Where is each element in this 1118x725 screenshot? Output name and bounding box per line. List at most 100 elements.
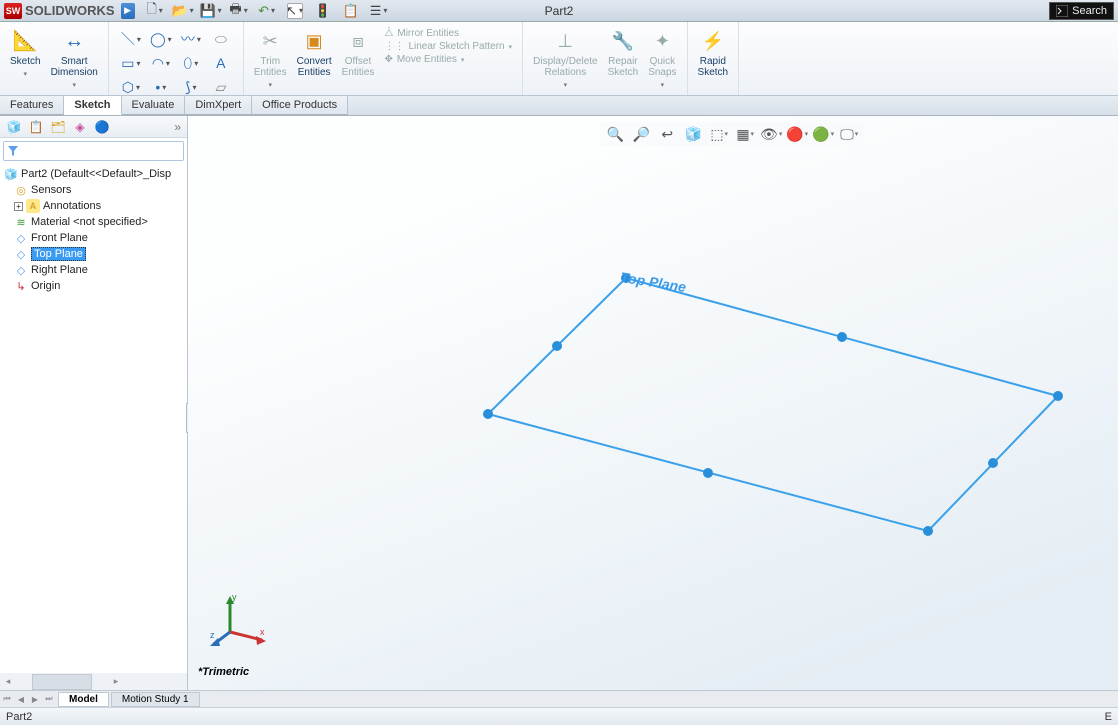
display-style-icon[interactable]: ▦ [736, 125, 754, 143]
app-logo-icon: SW [4, 3, 22, 19]
trim-entities-button[interactable]: ✂ Trim Entities [250, 26, 291, 93]
tab-motion-study[interactable]: Motion Study 1 [111, 692, 200, 707]
open-button[interactable]: 📂 [175, 3, 191, 19]
tree-annotations[interactable]: + A Annotations [0, 198, 187, 214]
section-view-icon[interactable]: 🧊 [684, 125, 702, 143]
property-manager-tab-icon[interactable]: 📋 [28, 119, 44, 135]
view-settings-icon[interactable]: 🖵 [840, 125, 858, 143]
circle-tool[interactable]: ◯ [147, 28, 175, 50]
orientation-triad: y x z [208, 590, 268, 650]
tab-office-products[interactable]: Office Products [252, 96, 348, 115]
plane-icon: ◇ [14, 247, 28, 261]
undo-button[interactable]: ↶ [259, 3, 275, 19]
svg-text:z: z [210, 630, 215, 640]
tree-root[interactable]: 🧊 Part2 (Default<<Default>_Disp [0, 166, 187, 182]
search-box[interactable]: Search [1049, 2, 1114, 20]
nav-last-icon[interactable]: ⏭ [42, 694, 56, 704]
tree-origin-label: Origin [31, 280, 60, 292]
previous-view-icon[interactable]: ↩ [658, 125, 676, 143]
tab-model[interactable]: Model [58, 692, 109, 707]
ribbon-group-sketch: 📐 Sketch ↔ Smart Dimension [0, 22, 109, 95]
tab-sketch[interactable]: Sketch [64, 96, 121, 115]
ribbon-group-rapid: ⚡ Rapid Sketch [688, 22, 740, 95]
save-button[interactable]: 💾 [203, 3, 219, 19]
print-button[interactable]: 🖶 [231, 3, 247, 19]
smart-dimension-button[interactable]: ↔ Smart Dimension [47, 26, 102, 93]
tab-dimxpert[interactable]: DimXpert [185, 96, 252, 115]
document-tabs: Features Sketch Evaluate DimXpert Office… [0, 96, 1118, 116]
feature-tree: 🧊 Part2 (Default<<Default>_Disp ◎ Sensor… [0, 164, 187, 673]
mirror-icon: ⧊ [384, 28, 393, 39]
expand-panel-icon[interactable]: » [174, 120, 181, 134]
convert-label: Convert Entities [297, 56, 332, 78]
dropdown-icon [268, 80, 272, 91]
tree-filter-input[interactable] [3, 141, 184, 161]
nav-prev-icon[interactable]: ◀ [14, 695, 28, 704]
tree-front-plane[interactable]: ◇ Front Plane [0, 230, 187, 246]
plane-tool[interactable]: ▱ [207, 76, 235, 98]
dimxpert-tab-icon[interactable]: ◈ [72, 119, 88, 135]
tree-top-plane[interactable]: ◇ Top Plane [0, 246, 187, 262]
rectangle-tool[interactable]: ▭ [117, 52, 145, 74]
smart-dimension-label: Smart Dimension [51, 56, 98, 78]
feature-manager-tab-icon[interactable]: 🧊 [6, 119, 22, 135]
rebuild-button[interactable]: 🚦 [315, 3, 331, 19]
tree-origin[interactable]: ↳ Origin [0, 278, 187, 294]
tree-sensors[interactable]: ◎ Sensors [0, 182, 187, 198]
tree-material[interactable]: ≋ Material <not specified> [0, 214, 187, 230]
zoom-area-icon[interactable]: 🔎 [632, 125, 650, 143]
new-button[interactable]: 🗋 [147, 3, 163, 19]
expand-icon[interactable]: + [14, 202, 23, 211]
convert-entities-button[interactable]: ▣ Convert Entities [293, 26, 336, 80]
offset-entities-button[interactable]: ⧈ Offset Entities [338, 26, 379, 80]
display-manager-tab-icon[interactable]: 🔵 [94, 119, 110, 135]
move-entities-button[interactable]: ✥Move Entities▾ [384, 54, 512, 65]
hide-show-icon[interactable]: 👁 [762, 125, 780, 143]
tree-front-label: Front Plane [31, 232, 88, 244]
line-tool[interactable]: ＼ [117, 28, 145, 50]
repair-sketch-button[interactable]: 🔧 Repair Sketch [604, 26, 643, 80]
select-button[interactable]: ↖ [287, 3, 303, 19]
sidebar-scrollbar[interactable] [0, 673, 187, 690]
move-icon: ✥ [384, 54, 392, 65]
polygon-tool[interactable]: ⬡ [117, 76, 145, 98]
scene-icon[interactable]: 🟢 [814, 125, 832, 143]
ribbon-group-modify: ✂ Trim Entities ▣ Convert Entities ⧈ Off… [244, 22, 523, 95]
ellipse-tool[interactable]: ⬯ [177, 52, 205, 74]
title-bar: SW SOLIDWORKS ▶ 🗋 📂 💾 🖶 ↶ ↖ 🚦 📋 ☰ Part2 … [0, 0, 1118, 22]
zoom-fit-icon[interactable]: 🔍 [606, 125, 624, 143]
tab-evaluate[interactable]: Evaluate [122, 96, 186, 115]
sketch-button[interactable]: 📐 Sketch [6, 26, 45, 82]
quick-snaps-button[interactable]: ✦ Quick Snaps [644, 26, 680, 93]
config-manager-tab-icon[interactable]: 🗂 [50, 119, 66, 135]
point-tool[interactable]: • [147, 76, 175, 98]
app-menu-button[interactable]: ▶ [121, 3, 135, 19]
nav-next-icon[interactable]: ▶ [28, 695, 42, 704]
display-delete-relations-button[interactable]: ⊥ Display/Delete Relations [529, 26, 601, 93]
main-area: 🧊 📋 🗂 ◈ 🔵 » 🧊 Part2 (Default<<Default>_D… [0, 116, 1118, 690]
slot-tool[interactable]: ⬭ [207, 28, 235, 50]
options-button[interactable]: ☰ [371, 3, 387, 19]
linear-pattern-button[interactable]: ⋮⋮Linear Sketch Pattern▾ [384, 41, 512, 52]
fillet-tool[interactable]: ⟆ [177, 76, 205, 98]
appearance-icon[interactable]: 🔴 [788, 125, 806, 143]
rapid-sketch-button[interactable]: ⚡ Rapid Sketch [694, 26, 733, 80]
sensors-icon: ◎ [14, 183, 28, 197]
view-orientation-icon[interactable]: ⬚ [710, 125, 728, 143]
dropdown-icon [24, 69, 28, 80]
mirror-entities-button[interactable]: ⧊Mirror Entities [384, 28, 512, 39]
move-label: Move Entities [397, 54, 457, 65]
spline-tool[interactable]: 〰 [177, 28, 205, 50]
clipboard-button[interactable]: 📋 [343, 3, 359, 19]
view-toolbar: 🔍 🔎 ↩ 🧊 ⬚ ▦ 👁 🔴 🟢 🖵 [600, 122, 864, 146]
graphics-viewport[interactable]: 🔍 🔎 ↩ 🧊 ⬚ ▦ 👁 🔴 🟢 🖵 Top Plane [188, 116, 1118, 690]
quick-snaps-label: Quick Snaps [648, 56, 676, 78]
tab-features[interactable]: Features [0, 96, 64, 115]
arc-tool[interactable]: ◠ [147, 52, 175, 74]
offset-label: Offset Entities [342, 56, 375, 78]
app-title: SOLIDWORKS [25, 3, 115, 18]
nav-first-icon[interactable]: ⏮ [0, 694, 14, 704]
dropdown-icon [661, 80, 665, 91]
text-tool[interactable]: A [207, 52, 235, 74]
tree-right-plane[interactable]: ◇ Right Plane [0, 262, 187, 278]
